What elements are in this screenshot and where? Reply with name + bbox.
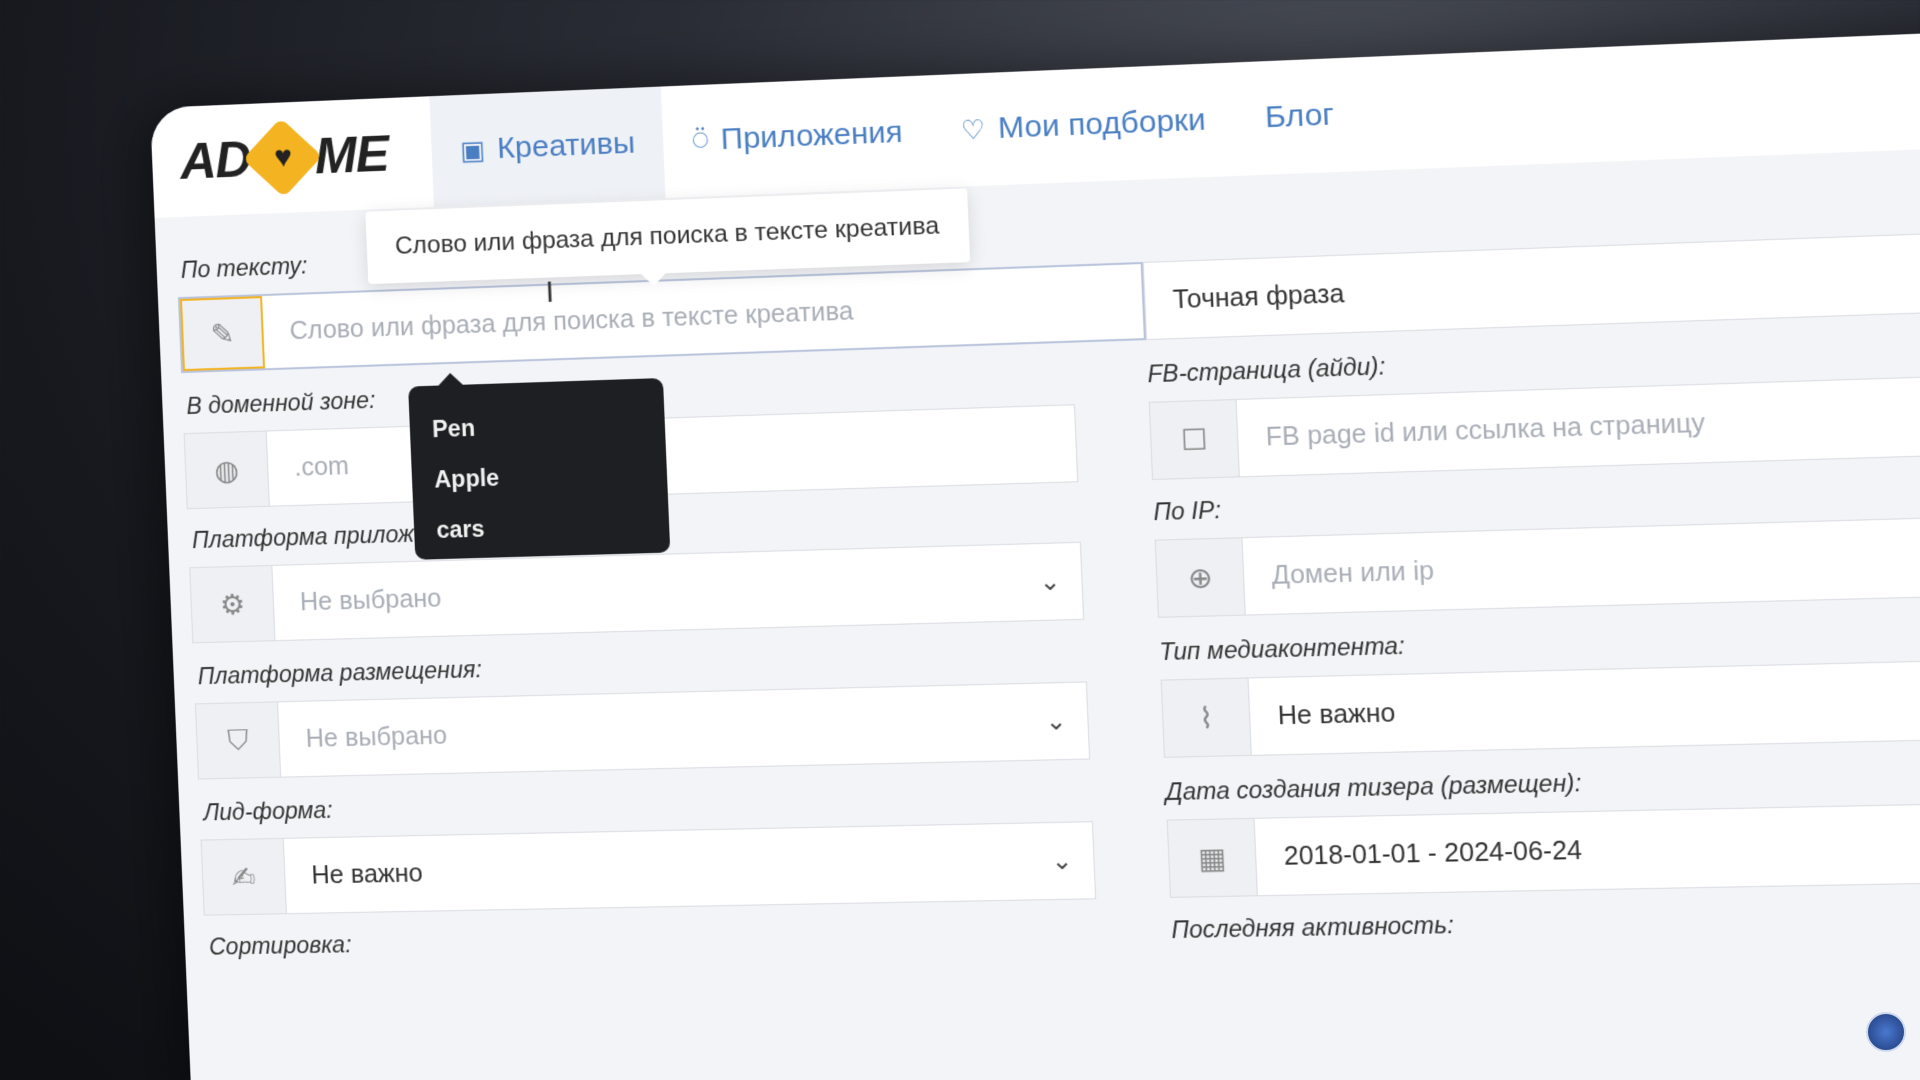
image-icon: ▣ <box>459 134 485 166</box>
globe-icon: ◍ <box>185 431 270 508</box>
tab-my-collections[interactable]: ♡ Мои подборки <box>929 63 1237 188</box>
logo-heart-icon: ♥ <box>243 118 323 197</box>
domain-zone-label: В доменной зоне: <box>186 387 376 420</box>
chevron-down-icon: ⌄ <box>1029 822 1095 899</box>
fb-page-input[interactable]: FB page id или ссылка на страницу <box>1237 373 1920 476</box>
search-mode-select[interactable]: Точная фраза <box>1143 228 1920 340</box>
autocomplete-item[interactable]: cars <box>413 498 670 556</box>
app-platform-value: Не выбрано <box>272 545 1020 641</box>
form-edit-icon: ✍ <box>202 839 287 915</box>
ip-label: По IP: <box>1153 497 1222 527</box>
lead-form-value: Не важно <box>284 824 1032 914</box>
calendar-icon: ▦ <box>1168 819 1258 897</box>
heart-icon: ♡ <box>960 113 986 146</box>
app-platform-select[interactable]: ⚙ Не выбрано ⌄ <box>189 542 1084 644</box>
autocomplete-item[interactable]: Pen <box>409 396 666 455</box>
ip-input[interactable]: Домен или ip <box>1243 514 1920 614</box>
pencil-icon: ✎ <box>180 296 265 371</box>
teaser-date-field[interactable]: ▦ 2018-01-01 - 2024-06-24 <box>1167 801 1920 898</box>
tab-label: Креативы <box>496 126 635 166</box>
chevron-down-icon: ⌄ <box>1023 682 1089 759</box>
media-type-label: Тип медиаконтента: <box>1159 632 1406 666</box>
placement-platform-label: Платформа размещения: <box>197 656 482 690</box>
logo[interactable]: AD ♥ ME <box>179 124 403 191</box>
fb-page-field: ☐ FB page id или ссылка на страницу <box>1149 372 1920 480</box>
apple-icon: ⍥ <box>692 124 709 157</box>
tab-creatives[interactable]: ▣ Креативы <box>429 87 666 208</box>
tab-blog[interactable]: Блог <box>1233 57 1367 176</box>
paperclip-icon: ⌇ <box>1162 678 1252 756</box>
last-activity-label: Последняя активность: <box>1171 911 1455 944</box>
tab-label: Приложения <box>720 115 903 157</box>
logo-text-right: ME <box>314 124 390 185</box>
ip-field: ⊕ Домен или ip <box>1155 513 1920 618</box>
nav-tabs: ▣ Креативы ⍥ Приложения ♡ Мои подборки Б… <box>429 57 1366 207</box>
top-navbar: AD ♥ ME ▣ Креативы ⍥ Приложения ♡ Мои по… <box>150 28 1920 218</box>
app-window: AD ♥ ME ▣ Креативы ⍥ Приложения ♡ Мои по… <box>150 28 1920 1080</box>
sort-label: Сортировка: <box>209 931 353 961</box>
placement-platform-select[interactable]: ⛉ Не выбрано ⌄ <box>195 681 1090 779</box>
tab-apps[interactable]: ⍥ Приложения <box>661 75 934 198</box>
channel-badge-icon <box>1866 1012 1906 1052</box>
logo-text-left: AD <box>179 130 252 191</box>
placement-platform-value: Не выбрано <box>278 684 1026 777</box>
shopping-bag-icon: ⛉ <box>196 702 281 778</box>
fb-page-label: FB-страница (айди): <box>1147 353 1386 389</box>
chevron-down-icon: ⌄ <box>1017 543 1083 621</box>
page-icon: ☐ <box>1150 400 1240 479</box>
search-mode-value: Точная фраза <box>1144 229 1920 339</box>
tab-label: Мои подборки <box>997 103 1206 146</box>
tab-label: Блог <box>1264 98 1335 136</box>
autocomplete-dropdown: Pen Apple cars <box>408 378 670 560</box>
text-cursor-icon: I <box>545 275 555 310</box>
lead-form-select[interactable]: ✍ Не важно ⌄ <box>201 821 1097 916</box>
android-icon: ⚙ <box>190 566 275 642</box>
autocomplete-item[interactable]: Apple <box>411 447 668 505</box>
media-type-value: Не важно <box>1249 658 1920 755</box>
network-globe-icon: ⊕ <box>1156 538 1246 617</box>
teaser-date-label: Дата создания тизера (размещен): <box>1165 769 1582 806</box>
domain-zone-input[interactable]: .com <box>267 405 1077 505</box>
search-text-label: По тексту: <box>180 252 308 284</box>
lead-form-label: Лид-форма: <box>203 797 333 827</box>
media-type-select[interactable]: ⌇ Не важно <box>1161 657 1920 758</box>
teaser-date-value: 2018-01-01 - 2024-06-24 <box>1255 802 1920 896</box>
